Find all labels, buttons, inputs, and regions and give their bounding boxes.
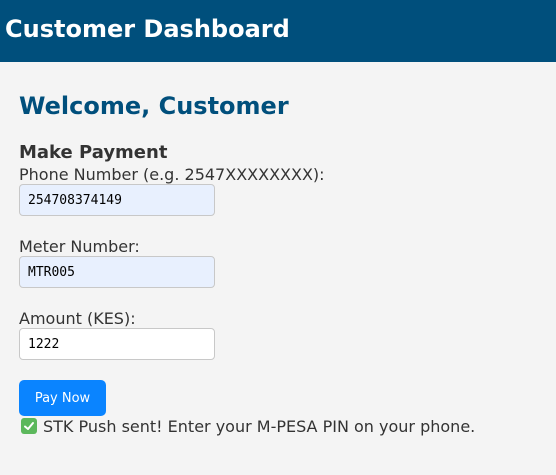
pay-now-button[interactable]: Pay Now: [19, 380, 106, 416]
make-payment-title: Make Payment: [19, 142, 168, 163]
phone-number-input[interactable]: [19, 184, 215, 216]
welcome-heading: Welcome, Customer: [19, 92, 289, 120]
check-mark-icon: [21, 418, 37, 434]
phone-number-label: Phone Number (e.g. 2547XXXXXXXX):: [19, 165, 325, 184]
status-text: STK Push sent! Enter your M-PESA PIN on …: [43, 417, 476, 436]
meter-number-label: Meter Number:: [19, 237, 140, 256]
amount-input[interactable]: [19, 328, 215, 360]
meter-number-input[interactable]: [19, 256, 215, 288]
amount-label: Amount (KES):: [19, 309, 136, 328]
header-title: Customer Dashboard: [5, 15, 290, 43]
app-header: Customer Dashboard: [0, 0, 556, 62]
status-message: STK Push sent! Enter your M-PESA PIN on …: [21, 417, 475, 437]
